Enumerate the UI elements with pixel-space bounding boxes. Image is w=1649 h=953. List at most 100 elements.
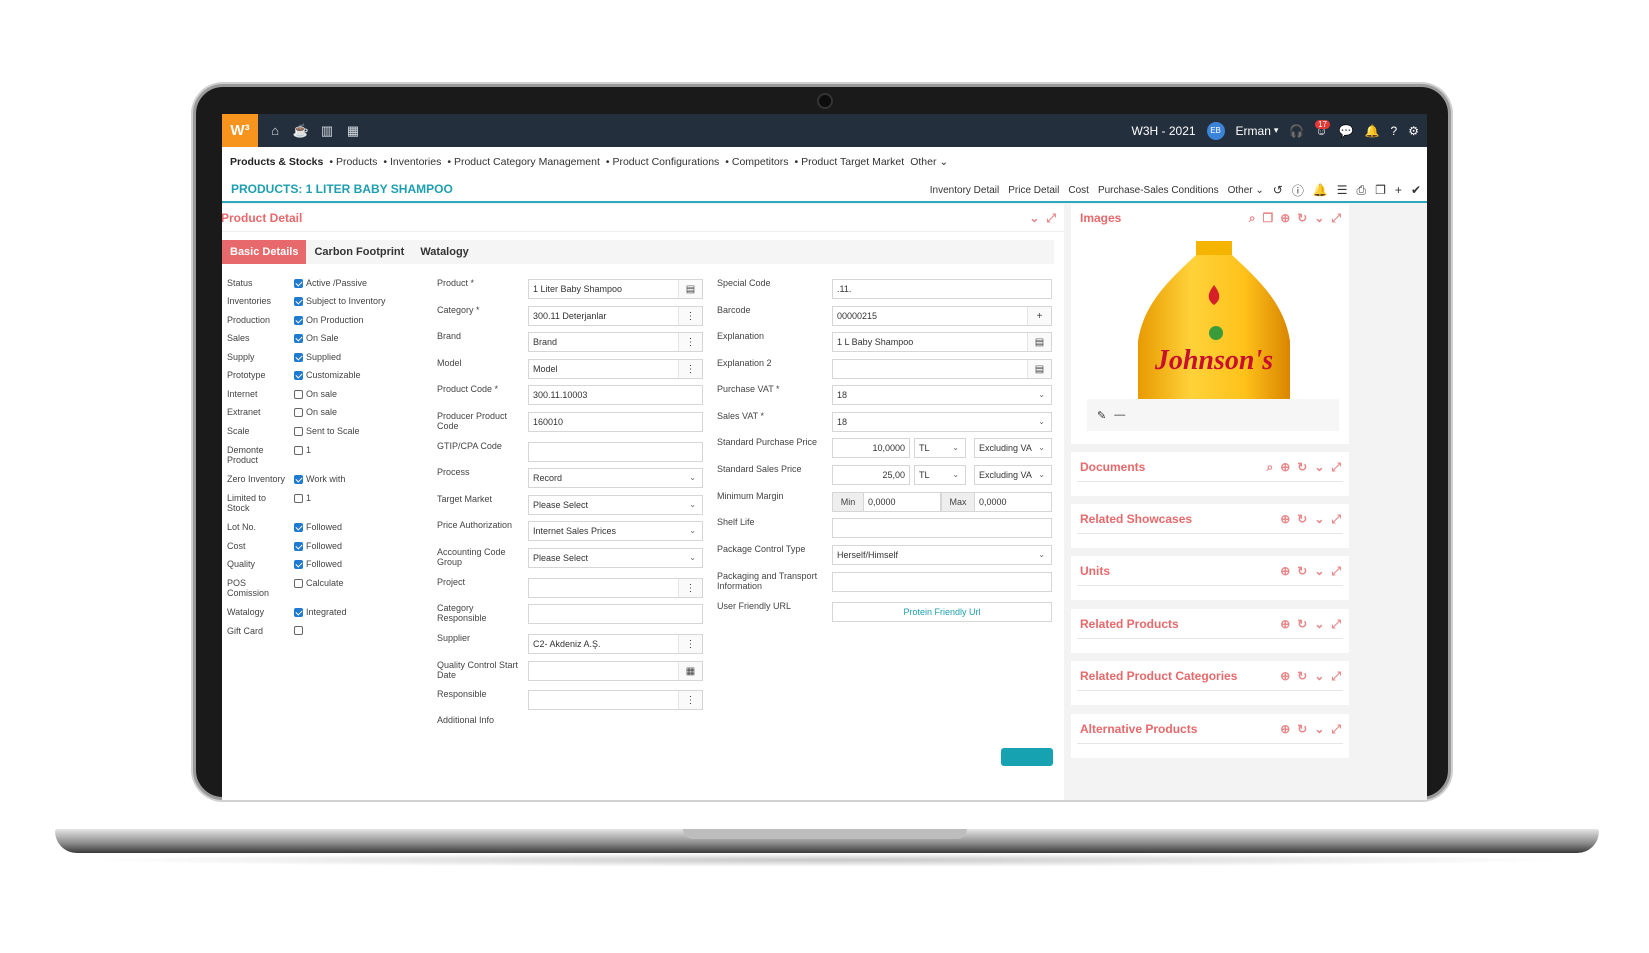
- search-icon[interactable]: ⌕: [1249, 211, 1256, 226]
- collapse-icon[interactable]: ⌄: [1314, 211, 1324, 225]
- status-checkbox[interactable]: Sent to Scale: [294, 426, 360, 436]
- tab-carbon-footprint[interactable]: Carbon Footprint: [306, 240, 412, 264]
- field-input[interactable]: 00000215 +: [832, 306, 1052, 326]
- chevron-down-icon[interactable]: ⌄: [1038, 443, 1045, 452]
- checkbox-box[interactable]: [294, 578, 303, 588]
- add-icon[interactable]: ⊕: [1280, 669, 1290, 683]
- refresh-icon[interactable]: ↻: [1297, 669, 1307, 683]
- action-price-detail[interactable]: Price Detail: [1008, 185, 1059, 196]
- field-input[interactable]: Model ⋮: [528, 359, 703, 379]
- field-input[interactable]: Brand ⋮: [528, 332, 703, 352]
- more-vertical-icon[interactable]: ⋮: [678, 691, 702, 709]
- chart-icon[interactable]: ▥: [314, 123, 340, 139]
- field-input[interactable]: 18 ⌄: [832, 412, 1052, 432]
- more-vertical-icon[interactable]: ⋮: [678, 307, 702, 325]
- bell-icon[interactable]: 🔔: [1365, 124, 1380, 138]
- side-panel-header[interactable]: Related Showcases ⊕ ↻ ⌄ ⤢: [1077, 504, 1343, 534]
- side-panel-header[interactable]: Related Products ⊕ ↻ ⌄ ⤢: [1077, 609, 1343, 639]
- collapse-icon[interactable]: ⌄: [1314, 617, 1324, 631]
- field-input[interactable]: Please Select ⌄: [528, 495, 703, 515]
- field-input[interactable]: ⋮: [528, 578, 703, 598]
- status-checkbox[interactable]: Followed: [294, 541, 342, 551]
- refresh-icon[interactable]: ↻: [1297, 512, 1307, 526]
- chevron-down-icon[interactable]: ⌄: [689, 526, 696, 535]
- collapse-icon[interactable]: ⌄: [1314, 722, 1324, 736]
- field-input[interactable]: 300.11.10003: [528, 385, 703, 405]
- price-input[interactable]: 25,00: [832, 465, 910, 485]
- add-icon[interactable]: +: [1027, 307, 1051, 325]
- status-checkbox[interactable]: On sale: [294, 407, 337, 417]
- checkbox-box[interactable]: [294, 522, 303, 532]
- calendar-icon[interactable]: ▦: [340, 123, 366, 139]
- collapse-icon[interactable]: ⌄: [1314, 564, 1324, 578]
- status-checkbox[interactable]: Active /Passive: [294, 278, 367, 288]
- user-name[interactable]: Erman: [1236, 124, 1271, 138]
- checkbox-box[interactable]: [294, 352, 303, 362]
- product-image[interactable]: Johnson's: [1134, 241, 1294, 399]
- status-checkbox[interactable]: Followed: [294, 559, 342, 569]
- status-checkbox[interactable]: Calculate: [294, 578, 344, 588]
- checkbox-box[interactable]: [294, 333, 303, 343]
- expand-icon[interactable]: ⤢: [1331, 460, 1341, 475]
- field-input[interactable]: 160010: [528, 412, 703, 432]
- status-checkbox[interactable]: On Sale: [294, 333, 339, 343]
- tab-watalogy[interactable]: Watalogy: [412, 240, 477, 264]
- collapse-icon[interactable]: ⌄: [1314, 460, 1324, 474]
- currency-select[interactable]: TL ⌄: [914, 465, 966, 485]
- status-checkbox[interactable]: [294, 626, 306, 635]
- checkbox-box[interactable]: [294, 315, 303, 325]
- status-checkbox[interactable]: 1: [294, 445, 311, 455]
- status-checkbox[interactable]: Followed: [294, 522, 342, 532]
- status-checkbox[interactable]: Work with: [294, 474, 345, 484]
- collapse-icon[interactable]: ⌄: [1314, 512, 1324, 526]
- more-vertical-icon[interactable]: ⋮: [678, 333, 702, 351]
- field-input[interactable]: ⋮: [528, 690, 703, 710]
- field-input[interactable]: 300.11 Deterjanlar ⋮: [528, 306, 703, 326]
- chevron-down-icon[interactable]: ▾: [1274, 125, 1279, 136]
- more-vertical-icon[interactable]: ⋮: [678, 360, 702, 378]
- checkbox-box[interactable]: [294, 607, 303, 617]
- refresh-icon[interactable]: ↻: [1297, 564, 1307, 578]
- expand-icon[interactable]: ⤢: [1331, 722, 1341, 737]
- chevron-down-icon[interactable]: ⌄: [689, 553, 696, 562]
- collapse-icon[interactable]: ⌄: [1029, 211, 1039, 225]
- currency-select[interactable]: TL ⌄: [914, 438, 966, 458]
- checkbox-box[interactable]: [294, 278, 303, 288]
- action-other[interactable]: Other ⌄: [1228, 185, 1264, 196]
- side-panel-header[interactable]: Documents ⌕ ⊕ ↻ ⌄ ⤢: [1077, 452, 1343, 482]
- status-checkbox[interactable]: Subject to Inventory: [294, 296, 386, 306]
- chat-icon[interactable]: 💬: [1339, 124, 1354, 138]
- calendar-icon[interactable]: ▦: [678, 662, 702, 680]
- add-icon[interactable]: ⊕: [1280, 722, 1290, 736]
- help-icon[interactable]: ?: [1391, 124, 1398, 138]
- more-vertical-icon[interactable]: ⋮: [678, 579, 702, 597]
- menu-item-competitors[interactable]: • Competitors: [725, 156, 788, 168]
- field-input[interactable]: Please Select ⌄: [528, 548, 703, 568]
- chevron-down-icon[interactable]: ⌄: [689, 500, 696, 509]
- menu-item-products-stocks[interactable]: Products & Stocks: [230, 156, 323, 168]
- copy-icon[interactable]: ❐: [1262, 211, 1273, 225]
- pencil-icon[interactable]: ✎: [1097, 409, 1106, 422]
- menu-item-other[interactable]: Other ⌄: [910, 156, 948, 168]
- avatar[interactable]: EB: [1206, 121, 1225, 140]
- info-icon[interactable]: ⓘ: [1292, 182, 1304, 199]
- menu-item-category-management[interactable]: • Product Category Management: [447, 156, 600, 168]
- field-input[interactable]: ▤: [832, 359, 1052, 379]
- min-margin-input[interactable]: 0,0000: [863, 492, 941, 512]
- book-icon[interactable]: ▤: [1027, 333, 1051, 351]
- expand-icon[interactable]: ⤢: [1331, 617, 1341, 632]
- field-input[interactable]: 1 L Baby Shampoo ▤: [832, 332, 1052, 352]
- chevron-down-icon[interactable]: ⌄: [1038, 390, 1045, 399]
- action-purchase-sales[interactable]: Purchase-Sales Conditions: [1098, 185, 1219, 196]
- checkbox-box[interactable]: [294, 541, 303, 551]
- book-icon[interactable]: ▤: [678, 280, 702, 298]
- checkbox-box[interactable]: [294, 407, 303, 417]
- check-icon[interactable]: ✔: [1411, 183, 1421, 197]
- expand-icon[interactable]: ⤢: [1331, 211, 1341, 226]
- field-input[interactable]: Herself/Himself ⌄: [832, 545, 1052, 565]
- book-icon[interactable]: ▤: [1027, 360, 1051, 378]
- chevron-down-icon[interactable]: ⌄: [689, 473, 696, 482]
- field-input[interactable]: [528, 604, 703, 624]
- add-icon[interactable]: +: [1395, 183, 1402, 197]
- price-input[interactable]: 10,0000: [832, 438, 910, 458]
